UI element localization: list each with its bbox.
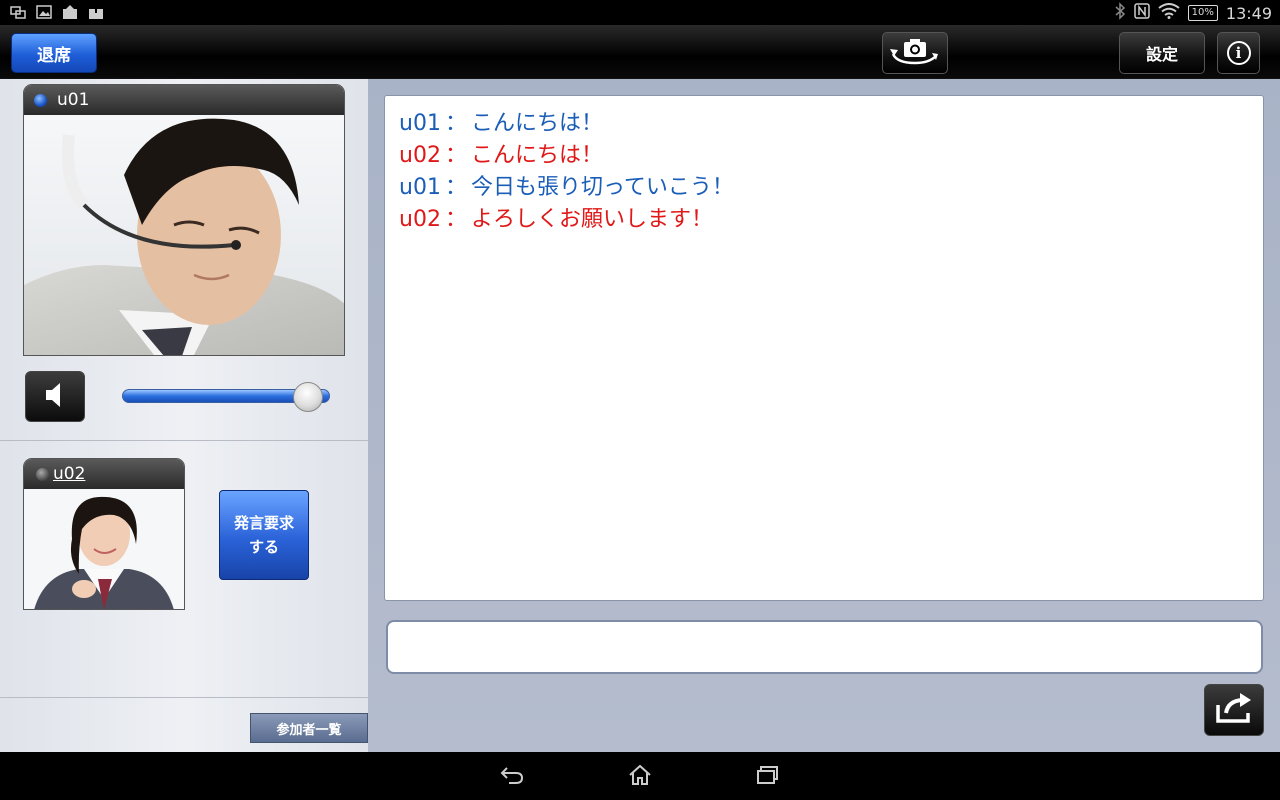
info-icon: i <box>1226 41 1251 65</box>
speaker-icon <box>44 381 66 413</box>
back-icon <box>499 765 525 789</box>
chat-message-speaker: u02 <box>399 207 441 232</box>
request-speak-button[interactable]: 発言要求する <box>219 490 309 580</box>
participant-name: u01 <box>57 90 90 110</box>
chat-message-text: よろしくお願いします！ <box>470 207 713 232</box>
camera-switch-button[interactable] <box>882 32 948 74</box>
chat-message-speaker: u01 <box>399 175 441 200</box>
person-portrait-icon <box>24 489 184 609</box>
clock: 13:49 <box>1225 3 1272 23</box>
divider <box>0 697 368 698</box>
recent-apps-button[interactable] <box>753 764 783 790</box>
navigation-bar <box>0 752 1280 800</box>
chat-message: u02：よろしくお願いします！ <box>399 204 1249 236</box>
bluetooth-icon <box>1114 2 1126 24</box>
divider <box>0 440 368 441</box>
back-button[interactable] <box>497 764 527 790</box>
video-tile-secondary[interactable]: u02 <box>23 458 185 610</box>
chat-message-speaker: u01 <box>399 111 441 136</box>
speaking-indicator-icon <box>34 93 47 107</box>
camera-switch-icon <box>887 34 943 72</box>
person-with-headset-icon <box>24 115 344 355</box>
video-feed <box>24 115 344 355</box>
home-icon <box>627 764 653 790</box>
volume-slider-thumb[interactable] <box>293 382 324 412</box>
video-tile-main[interactable]: u01 <box>23 84 345 356</box>
info-button[interactable]: i <box>1217 32 1260 74</box>
screen-mirror-icon <box>10 4 26 20</box>
nfc-icon <box>1133 3 1150 23</box>
leave-button[interactable]: 退席 <box>11 33 97 73</box>
toolbar: 退席 設定 i <box>0 25 1280 79</box>
chat-message: u01：こんにちは！ <box>399 108 1249 140</box>
upload-icon <box>62 4 78 20</box>
participants-panel: u01 u02 発言要求する 参加者一覧 <box>0 79 368 752</box>
chat-message-speaker: u02 <box>399 143 441 168</box>
send-button[interactable] <box>1204 684 1264 736</box>
recent-apps-icon <box>755 765 781 789</box>
chat-message-separator: ： <box>444 143 467 168</box>
status-bar: 10% 13:49 <box>0 0 1280 25</box>
volume-slider[interactable] <box>122 382 330 412</box>
send-icon <box>1214 691 1254 729</box>
upload-alt-icon <box>88 4 104 20</box>
chat-message-separator: ： <box>444 111 467 136</box>
chat-panel: u01：こんにちは！ u02：こんにちは！ u01：今日も張り切っていこう！ u02：… <box>368 79 1280 752</box>
chat-message-text: こんにちは！ <box>470 143 603 168</box>
participant-name[interactable]: u02 <box>53 464 85 484</box>
idle-indicator-icon <box>36 467 49 481</box>
participants-list-button[interactable]: 参加者一覧 <box>250 713 368 743</box>
settings-button[interactable]: 設定 <box>1119 32 1205 74</box>
home-button[interactable] <box>625 764 655 790</box>
chat-message-separator: ： <box>444 175 467 200</box>
chat-message: u02：こんにちは！ <box>399 140 1249 172</box>
gallery-icon <box>36 4 52 20</box>
video-feed <box>24 489 184 609</box>
chat-message: u01：今日も張り切っていこう！ <box>399 172 1249 204</box>
chat-log[interactable]: u01：こんにちは！ u02：こんにちは！ u01：今日も張り切っていこう！ u02：… <box>384 95 1264 601</box>
battery-icon: 10% <box>1187 5 1218 21</box>
wifi-icon <box>1158 3 1180 23</box>
chat-message-text: こんにちは！ <box>470 111 603 136</box>
message-input[interactable] <box>386 620 1263 674</box>
chat-message-text: 今日も張り切っていこう！ <box>470 175 734 200</box>
speaker-button[interactable] <box>25 371 85 422</box>
chat-message-separator: ： <box>444 207 467 232</box>
